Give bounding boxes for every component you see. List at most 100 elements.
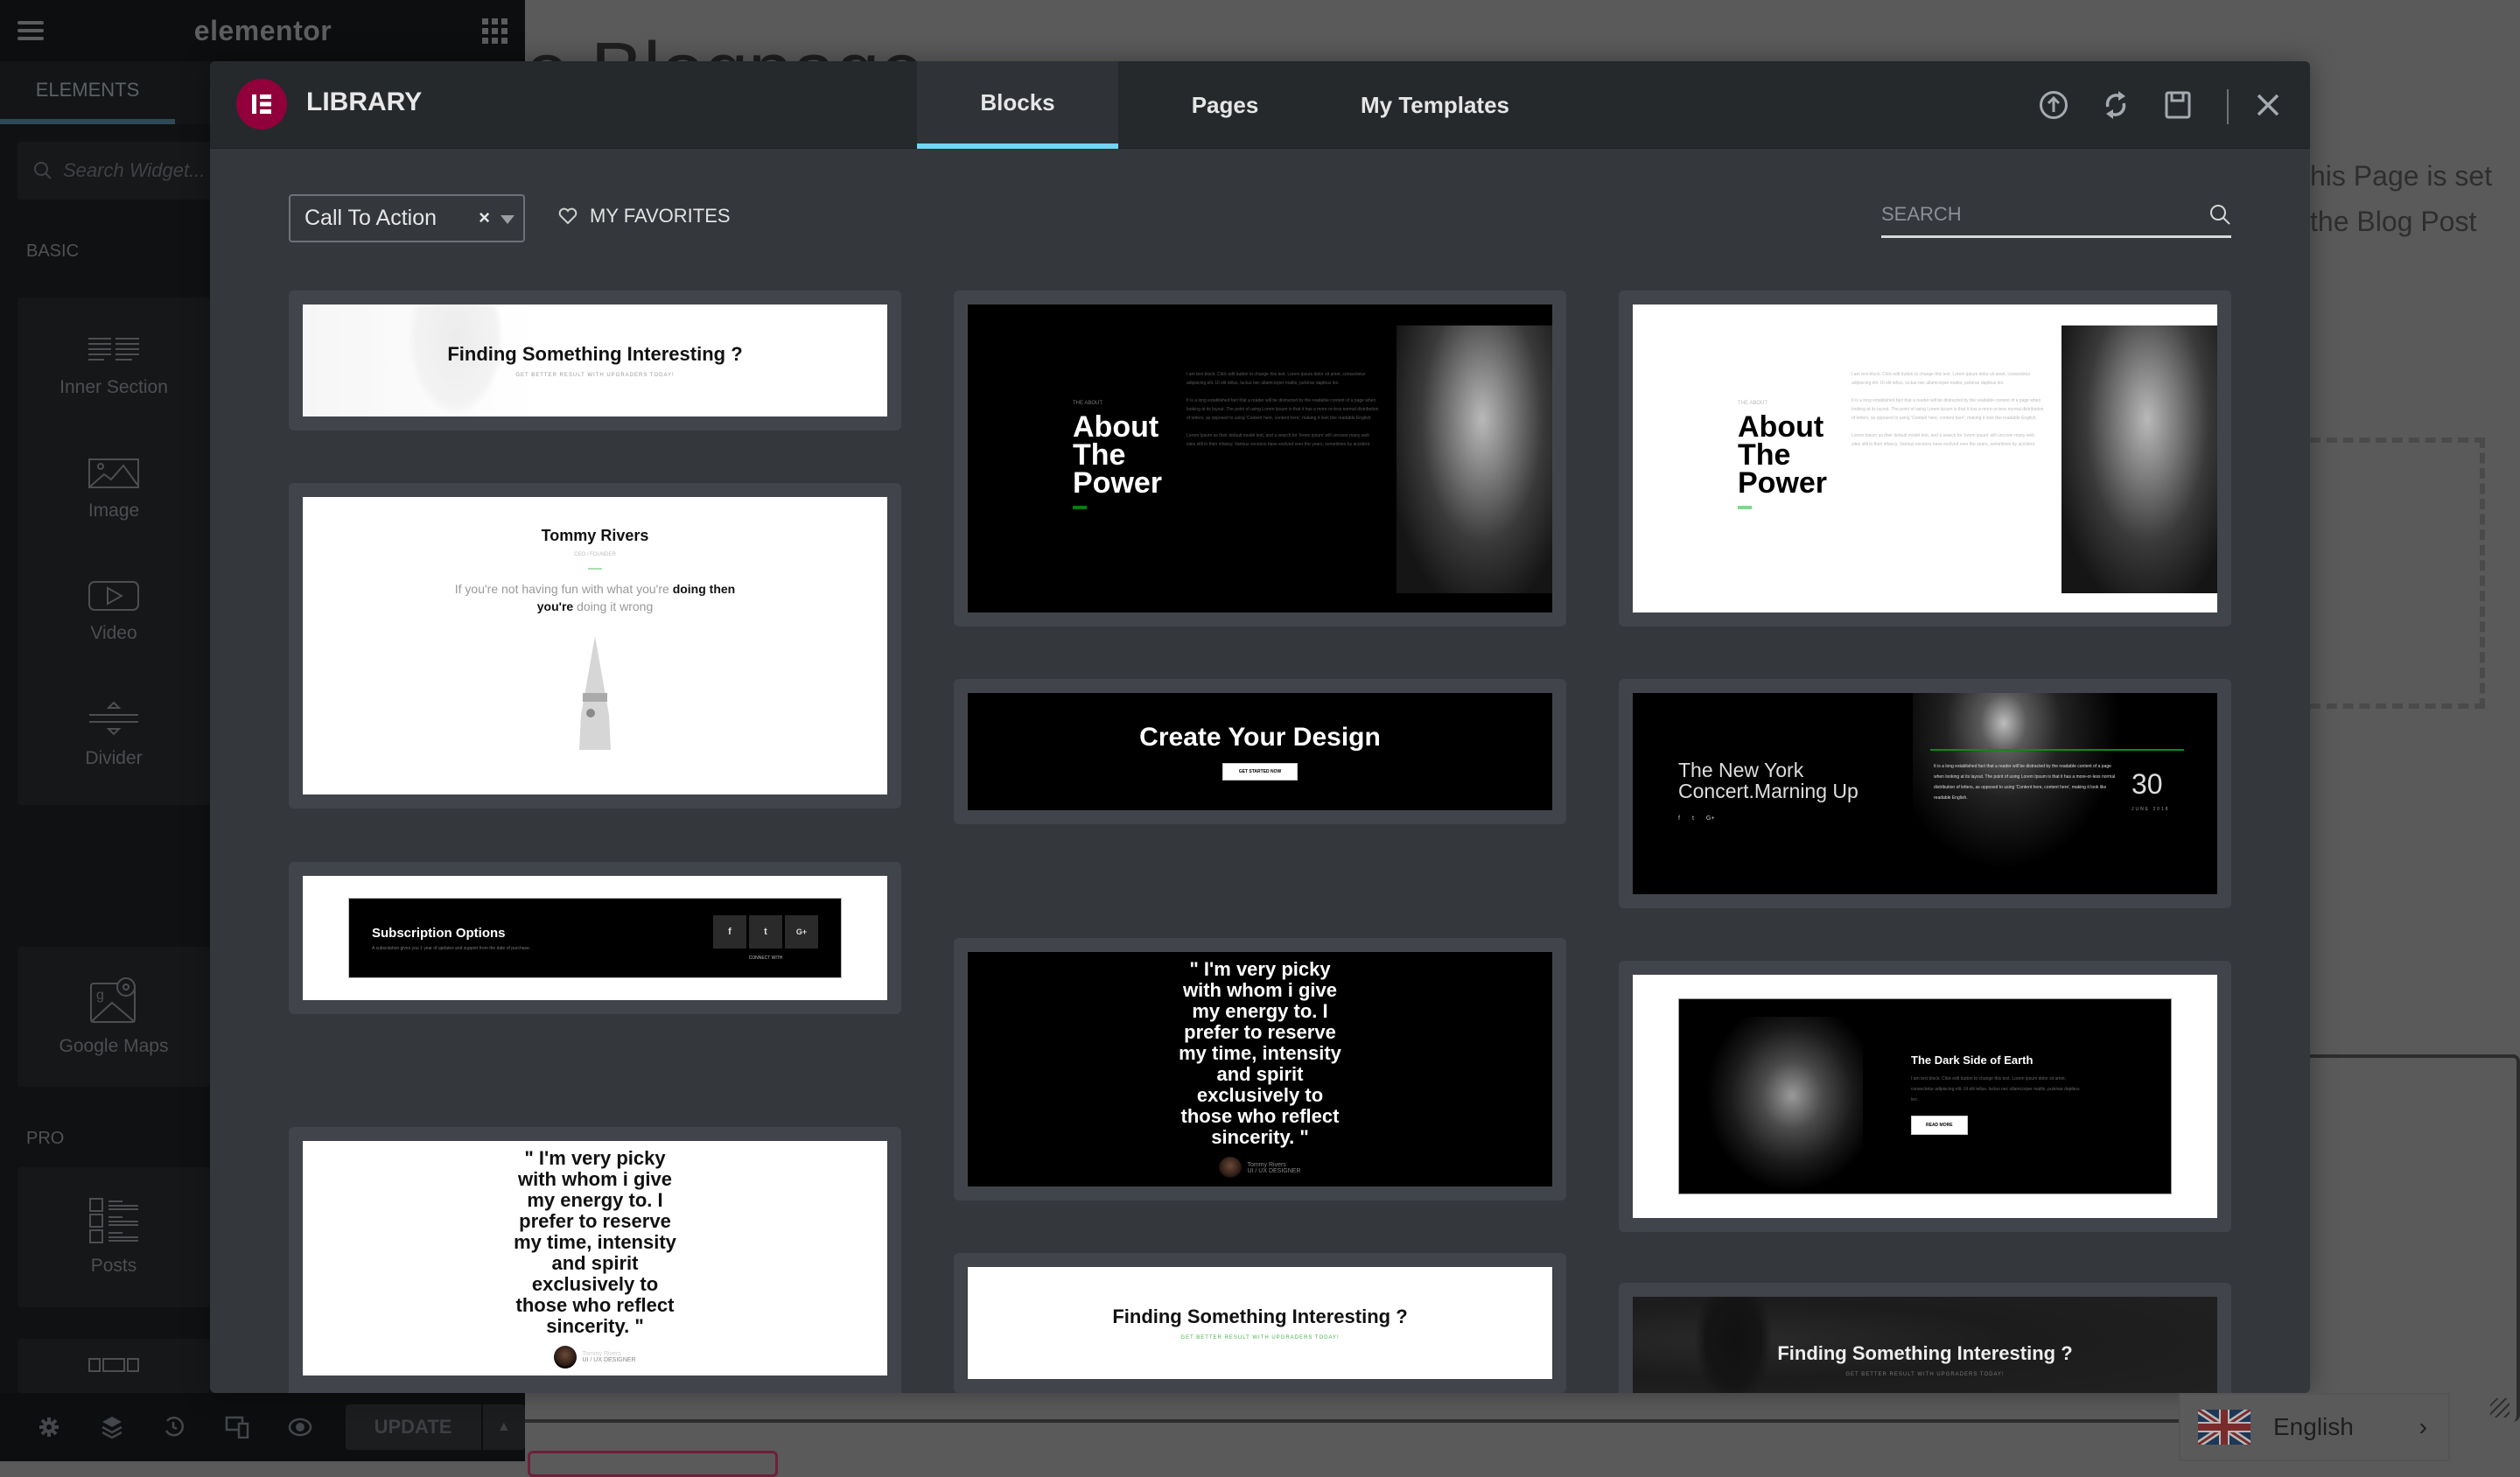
template-preview: Finding Something Interesting ? GET BETT… (968, 1267, 1552, 1379)
avatar (554, 1346, 578, 1368)
template-card[interactable]: The Dark Side of Earth I am text block. … (1619, 961, 2231, 1232)
template-card[interactable]: The New York Concert.Marning Up f t G+ It i… (1619, 679, 2231, 908)
inner-section-icon (88, 338, 139, 360)
template-card[interactable]: Finding Something Interesting ? GET BETT… (1619, 1283, 2231, 1393)
template-subtitle: GET BETTER RESULT WITH UPGRADERS TODAY! (1180, 1335, 1340, 1340)
template-heading: The New York Concert.Marning Up (1678, 759, 1858, 802)
template-card[interactable]: Finding Something Interesting ? GET BETT… (954, 1253, 1566, 1393)
widget-google-maps[interactable]: g Google Maps (18, 947, 210, 1087)
template-text: A subscription gives you 1 year of updat… (372, 945, 531, 951)
my-favorites-filter[interactable]: MY FAVORITES (558, 205, 731, 228)
uk-flag-icon (2198, 1410, 2250, 1445)
responsive-icon[interactable] (206, 1410, 269, 1445)
empty-section-placeholder (2310, 438, 2485, 709)
chevron-right-icon: › (2418, 1413, 2427, 1440)
chevron-down-icon[interactable] (500, 215, 514, 224)
template-button: READ MORE (1911, 1116, 1968, 1135)
widget-label: Divider (85, 748, 143, 768)
search-icon[interactable] (2208, 203, 2231, 226)
template-card[interactable]: Finding Something Interesting ? GET BETT… (289, 290, 901, 430)
template-card[interactable]: Create Your Design GET STARTED NOW (954, 679, 1566, 824)
template-card[interactable]: Subscription Options A subscription give… (289, 862, 901, 1014)
caret-up-icon: ▲ (496, 1419, 511, 1434)
category-filter-select[interactable]: Call To Action × (289, 194, 525, 242)
template-preview: " I'm very picky with whom i give my ene… (303, 1141, 887, 1376)
history-icon[interactable] (143, 1410, 206, 1445)
navigator-icon[interactable] (80, 1410, 144, 1445)
template-heading: The Dark Side of Earth (1911, 1054, 2034, 1067)
template-card[interactable]: THE ABOUT About The Power I am text block.… (1619, 290, 2231, 626)
template-author: Tommy Rivers UI / UX DESIGNER (1219, 1157, 1301, 1180)
template-eyebrow: THE ABOUT (1738, 401, 1768, 406)
avatar (1219, 1157, 1242, 1180)
facebook-icon: f (1678, 816, 1680, 822)
template-preview: The Dark Side of Earth I am text block. … (1633, 975, 2217, 1218)
video-icon (88, 581, 139, 611)
widget-label: Image (88, 500, 140, 521)
widget-posts[interactable]: Posts (18, 1167, 210, 1307)
category-basic: BASIC (26, 242, 80, 261)
library-modal: LIBRARY Blocks Pages My Templates Call T… (210, 61, 2310, 1393)
update-options-button[interactable]: ▲ (480, 1404, 525, 1450)
page-paragraph: his Page is set the Blog Post (2310, 153, 2520, 244)
template-heading: Subscription Options (372, 925, 506, 941)
template-search[interactable] (1881, 192, 2231, 238)
template-heading: About The Power (1738, 410, 1828, 500)
import-icon[interactable] (2034, 86, 2073, 124)
clear-filter-icon[interactable]: × (479, 206, 490, 229)
template-heading: Finding Something Interesting ? (447, 343, 743, 365)
connect-label: CONNECT WITH (748, 956, 783, 961)
tab-blocks[interactable]: Blocks (917, 61, 1118, 149)
panel-header: elementor (0, 0, 525, 61)
settings-icon[interactable] (18, 1410, 80, 1445)
template-text: I am text block. Click edit button to ch… (1852, 372, 2044, 447)
language-switcher[interactable]: English › (2179, 1393, 2450, 1461)
template-preview: Tommy Rivers CEO / FOUNDER If you're not… (303, 497, 887, 794)
template-card[interactable] (289, 1381, 901, 1393)
template-card[interactable]: " I'm very picky with whom i give my ene… (954, 938, 1566, 1200)
divider-icon (89, 701, 138, 736)
event-day: 30 (2132, 768, 2163, 800)
widget-divider[interactable]: Divider (18, 665, 210, 805)
template-card[interactable]: THE ABOUT About The Power I am text block.… (954, 290, 1566, 626)
template-preview: " I'm very picky with whom i give my ene… (968, 952, 1552, 1186)
widget-video[interactable]: Video (18, 542, 210, 682)
widget-image[interactable]: Image (18, 420, 210, 560)
template-text: I am text block. Click edit button to ch… (1911, 1076, 2080, 1102)
widget-inner-section[interactable]: Inner Section (18, 298, 210, 438)
header-separator (2227, 89, 2229, 124)
accent-line (588, 568, 602, 570)
posts-icon (89, 1198, 138, 1243)
save-icon[interactable] (2159, 86, 2197, 124)
twitter-icon: t (1691, 816, 1694, 822)
widget-label: Video (90, 623, 137, 643)
template-card[interactable]: Tommy Rivers CEO / FOUNDER If you're not… (289, 483, 901, 808)
preview-icon[interactable] (269, 1410, 332, 1445)
update-button[interactable]: UPDATE (345, 1404, 481, 1450)
template-button: GET STARTED NOW (1222, 763, 1298, 780)
close-icon[interactable] (2249, 86, 2287, 124)
search-icon (34, 162, 52, 179)
social-icons: f t G+ (1678, 816, 1714, 822)
tab-my-templates[interactable]: My Templates (1330, 61, 1540, 149)
elementor-logo: elementor (193, 14, 332, 46)
sync-icon[interactable] (2096, 86, 2135, 124)
widget-more[interactable] (18, 1339, 210, 1393)
template-eyebrow: THE ABOUT (1073, 401, 1103, 406)
jacket-image (1705, 1017, 1863, 1192)
template-search-input[interactable] (1881, 202, 2208, 226)
widgets-grid-icon[interactable] (482, 18, 508, 44)
widget-label: Posts (90, 1256, 137, 1276)
template-heading: Finding Something Interesting ? (1112, 1306, 1408, 1327)
twitter-icon: t (749, 915, 782, 948)
heart-icon (558, 207, 578, 225)
page-section-box (2310, 1054, 2520, 1422)
resize-handle[interactable] (2490, 1398, 2510, 1418)
template-preview: THE ABOUT About The Power I am text block.… (968, 304, 1552, 612)
google-plus-icon: G+ (1705, 816, 1715, 822)
template-card[interactable]: " I'm very picky with whom i give my ene… (289, 1127, 901, 1390)
tab-pages[interactable]: Pages (1155, 61, 1295, 149)
template-quote: " I'm very picky with whom i give my ene… (514, 1147, 676, 1337)
menu-icon[interactable] (18, 21, 44, 40)
tab-elements[interactable]: ELEMENTS (0, 61, 175, 124)
